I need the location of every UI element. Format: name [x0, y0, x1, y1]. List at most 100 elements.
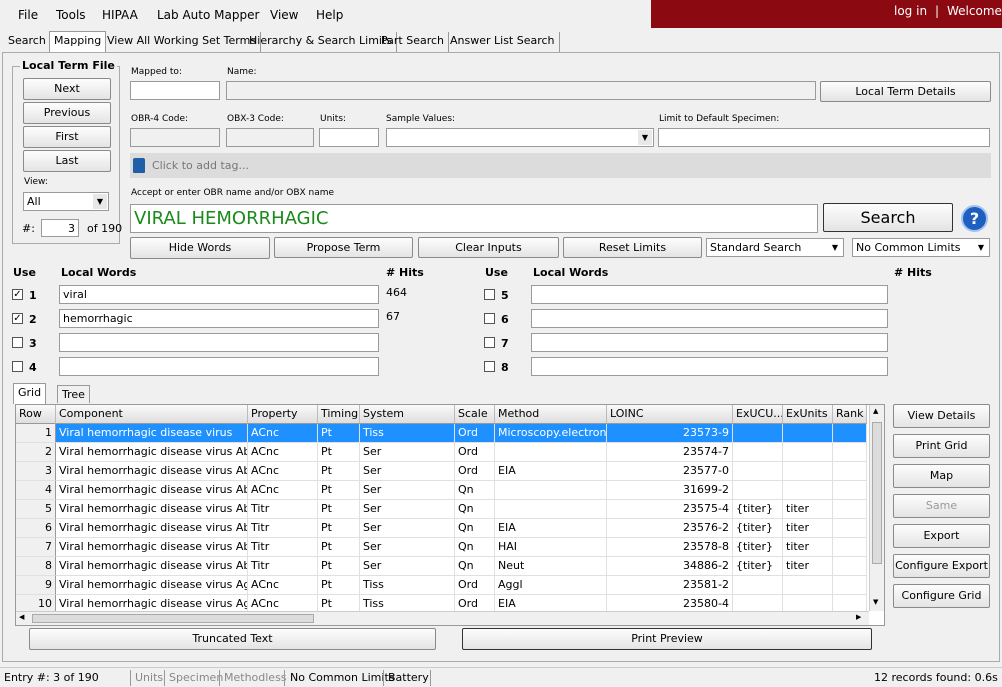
view-details-button[interactable]: View Details	[893, 404, 990, 428]
hide-words-button[interactable]: Hide Words	[130, 237, 270, 259]
column-header-property[interactable]: Property	[248, 405, 318, 424]
use-checkbox-6[interactable]	[484, 313, 495, 324]
mapped-to-field[interactable]	[130, 81, 220, 100]
cell-row[interactable]: 4	[16, 481, 56, 500]
column-header-scale[interactable]: Scale	[455, 405, 495, 424]
print-grid-button[interactable]: Print Grid	[893, 434, 990, 458]
table-row[interactable]: 10 Viral hemorrhagic disease virus Ag ACnc…	[16, 595, 867, 611]
horizontal-scrollbar[interactable]: ◀ ▶	[16, 611, 869, 625]
use-checkbox-7[interactable]	[484, 337, 495, 348]
menu-file[interactable]: File	[18, 8, 38, 22]
tab-answer-list-search[interactable]: Answer List Search	[446, 32, 560, 52]
local-word-input-4[interactable]	[59, 357, 379, 376]
last-button[interactable]: Last	[23, 150, 111, 172]
previous-button[interactable]: Previous	[23, 102, 111, 124]
local-term-details-button[interactable]: Local Term Details	[820, 81, 991, 102]
column-header-timing[interactable]: Timing	[318, 405, 360, 424]
local-word-input-2[interactable]: hemorrhagic	[59, 309, 379, 328]
column-header-loinc[interactable]: LOINC	[607, 405, 733, 424]
tab-search[interactable]: Search	[4, 32, 51, 52]
tab-mapping[interactable]: Mapping	[49, 31, 107, 52]
truncated-text-button[interactable]: Truncated Text	[29, 628, 436, 650]
scroll-up-icon[interactable]: ▲	[873, 407, 878, 415]
tab-view-all-working-set[interactable]: View All Working Set Terms	[103, 32, 262, 52]
common-limits-select[interactable]: No Common Limits ▼	[852, 238, 990, 257]
table-row[interactable]: 8 Viral hemorrhagic disease virus Ab Titr P…	[16, 557, 867, 576]
table-row[interactable]: 5 Viral hemorrhagic disease virus Ab Titr P…	[16, 500, 867, 519]
scroll-down-icon[interactable]: ▼	[873, 598, 878, 606]
units-field[interactable]	[319, 128, 379, 147]
menu-tools[interactable]: Tools	[56, 8, 86, 22]
obr4-code-field[interactable]	[130, 128, 220, 147]
cell-row[interactable]: 10	[16, 595, 56, 611]
view-select[interactable]: All ▼	[23, 192, 109, 211]
column-header-component[interactable]: Component	[56, 405, 248, 424]
vertical-scrollbar[interactable]: ▲ ▼	[869, 405, 884, 611]
table-row[interactable]: 2 Viral hemorrhagic disease virus Ab ACnc P…	[16, 443, 867, 462]
local-word-input-6[interactable]	[531, 309, 888, 328]
cell-row[interactable]: 2	[16, 443, 56, 462]
column-header-method[interactable]: Method	[495, 405, 607, 424]
login-link[interactable]: log in	[894, 4, 927, 18]
cell-row[interactable]: 9	[16, 576, 56, 595]
tab-part-search[interactable]: Part Search	[377, 32, 450, 52]
use-checkbox-8[interactable]	[484, 361, 495, 372]
table-row[interactable]: 9 Viral hemorrhagic disease virus Ag ACnc P…	[16, 576, 867, 595]
cell-row[interactable]: 3	[16, 462, 56, 481]
obx3-code-field[interactable]	[226, 128, 314, 147]
map-button[interactable]: Map	[893, 464, 990, 488]
obr-obx-name-input[interactable]: VIRAL HEMORRHAGIC	[130, 204, 818, 233]
local-word-input-8[interactable]	[531, 357, 888, 376]
scroll-left-icon[interactable]: ◀	[19, 613, 24, 621]
tab-hierarchy-search-limits[interactable]: Hierarchy & Search Limits	[245, 32, 398, 52]
menu-help[interactable]: Help	[316, 8, 343, 22]
print-preview-button[interactable]: Print Preview	[462, 628, 872, 650]
tab-grid[interactable]: Grid	[13, 383, 47, 404]
configure-grid-button[interactable]: Configure Grid	[893, 584, 990, 608]
cell-row[interactable]: 7	[16, 538, 56, 557]
propose-term-button[interactable]: Propose Term	[274, 237, 413, 258]
configure-export-button[interactable]: Configure Export	[893, 554, 990, 578]
column-header-exucum[interactable]: ExUCU...	[733, 405, 783, 424]
local-word-input-5[interactable]	[531, 285, 888, 304]
scroll-right-icon[interactable]: ▶	[856, 613, 861, 621]
local-word-input-7[interactable]	[531, 333, 888, 352]
same-button[interactable]: Same	[893, 494, 990, 518]
local-word-input-3[interactable]	[59, 333, 379, 352]
limit-specimen-field[interactable]	[658, 128, 990, 147]
use-checkbox-3[interactable]	[12, 337, 23, 348]
table-row[interactable]: 3 Viral hemorrhagic disease virus Ab ACnc P…	[16, 462, 867, 481]
sample-values-select[interactable]: ▼	[386, 128, 654, 147]
use-checkbox-2[interactable]: ✓	[12, 313, 23, 324]
export-button[interactable]: Export	[893, 524, 990, 548]
column-header-rank[interactable]: Rank	[833, 405, 867, 424]
cell-row[interactable]: 6	[16, 519, 56, 538]
column-header-row[interactable]: Row	[16, 405, 56, 424]
cell-row[interactable]: 8	[16, 557, 56, 576]
menu-view[interactable]: View	[270, 8, 298, 22]
use-checkbox-5[interactable]	[484, 289, 495, 300]
menu-hipaa[interactable]: HIPAA	[102, 8, 138, 22]
help-icon[interactable]: ?	[961, 205, 988, 232]
column-header-exunits[interactable]: ExUnits	[783, 405, 833, 424]
cell-row[interactable]: 1	[16, 424, 56, 443]
table-row[interactable]: 6 Viral hemorrhagic disease virus Ab Titr P…	[16, 519, 867, 538]
first-button[interactable]: First	[23, 126, 111, 148]
table-row[interactable]: 4 Viral hemorrhagic disease virus Ab ACnc P…	[16, 481, 867, 500]
column-header-system[interactable]: System	[360, 405, 455, 424]
vertical-scroll-thumb[interactable]	[872, 422, 882, 564]
name-field[interactable]	[226, 81, 816, 100]
record-number-input[interactable]: 3	[41, 219, 79, 237]
tab-tree[interactable]: Tree	[57, 385, 90, 403]
menu-lab-auto-mapper[interactable]: Lab Auto Mapper	[157, 8, 259, 22]
horizontal-scroll-thumb[interactable]	[32, 614, 314, 623]
use-checkbox-1[interactable]: ✓	[12, 289, 23, 300]
search-button[interactable]: Search	[823, 203, 953, 232]
clear-inputs-button[interactable]: Clear Inputs	[418, 237, 559, 258]
local-word-input-1[interactable]: viral	[59, 285, 379, 304]
use-checkbox-4[interactable]	[12, 361, 23, 372]
table-row[interactable]: 7 Viral hemorrhagic disease virus Ab Titr P…	[16, 538, 867, 557]
tag-bar[interactable]: Click to add tag...	[130, 153, 991, 178]
table-row[interactable]: 1 Viral hemorrhagic disease virus ACnc Pt Ti…	[16, 424, 867, 443]
next-button[interactable]: Next	[23, 78, 111, 100]
